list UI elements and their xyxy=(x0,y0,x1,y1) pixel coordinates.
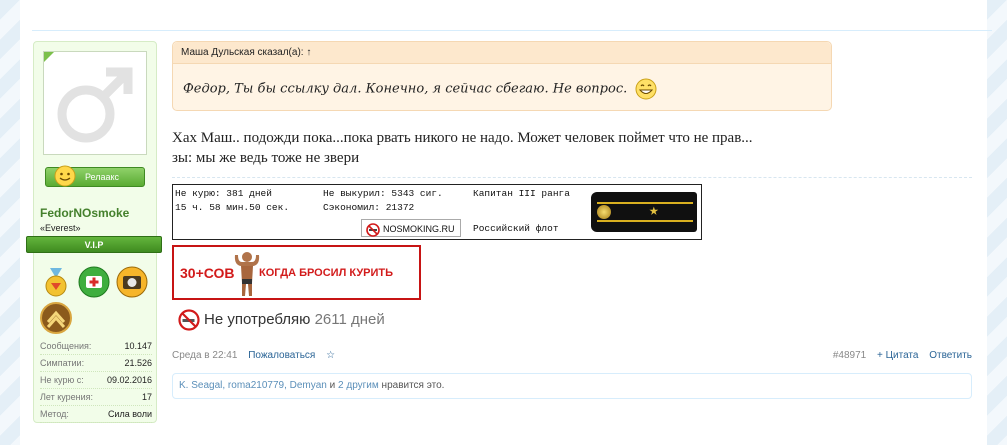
message-line: Хах Маш.. подожди пока...пока рвать нико… xyxy=(172,130,753,146)
nosmoking-logo-text: NOSMOKING.RU xyxy=(383,224,455,234)
money-saved: Сэкономил: 21372 xyxy=(323,202,415,213)
post-number[interactable]: #48971 xyxy=(833,350,866,361)
signature-divider xyxy=(172,177,972,178)
stat-smoking-years: Лет курения: 17 xyxy=(40,389,152,406)
stat-value[interactable]: 10.147 xyxy=(124,338,152,354)
first-aid-icon[interactable] xyxy=(78,266,110,298)
stat-quit-date: Не курю с: 09.02.2016 xyxy=(40,372,152,389)
background-pattern-left xyxy=(0,0,20,445)
male-symbol-icon xyxy=(57,67,133,143)
not-using-counter: Не употребляю 2611 дней xyxy=(178,309,385,331)
post-date[interactable]: Среда в 22:41 xyxy=(172,350,237,361)
user-stats: Сообщения: 10.147 Симпатии: 21.526 Не ку… xyxy=(40,338,152,423)
online-indicator xyxy=(44,52,54,62)
quote-block: Маша Дульская сказал(а): ↑ Федор, Ты бы … xyxy=(172,41,832,111)
stat-value: 21.526 xyxy=(124,358,152,368)
fleet-name: Российский флот xyxy=(473,223,559,234)
likes-users[interactable]: K. Seagal, roma210779, Demyan xyxy=(179,380,327,391)
smiley-icon xyxy=(54,165,76,187)
stat-value: Сила воли xyxy=(107,409,152,419)
stat-label: Метод: xyxy=(40,409,69,419)
message-body: Хах Маш.. подожди пока...пока рвать нико… xyxy=(172,128,753,168)
epaulette-stripe xyxy=(597,202,693,204)
rank-chevron-icon[interactable] xyxy=(40,302,72,334)
camera-icon[interactable] xyxy=(116,266,148,298)
sov-banner[interactable]: 30+СОВ КОГДА БРОСИЛ КУРИТЬ xyxy=(172,245,421,300)
time-not-smoking: 15 ч. 58 мин.50 сек. xyxy=(175,202,290,213)
epaulette-image: ★ xyxy=(591,192,697,232)
prohibited-icon xyxy=(178,309,200,331)
likes-others-link[interactable]: 2 другим xyxy=(338,380,379,391)
bookmark-star-icon[interactable]: ☆ xyxy=(326,350,335,361)
user-status-label: Релаакс xyxy=(84,172,120,182)
quote-button[interactable]: + Цитата xyxy=(877,350,918,361)
epaulette-stripe xyxy=(597,220,693,222)
username[interactable]: FedorNOsmoke xyxy=(40,206,129,220)
user-info-panel: Релаакс FedorNOsmoke «Everest» V.I.P Соо… xyxy=(26,41,162,423)
message-line: зы: мы же ведь тоже не звери xyxy=(172,150,360,166)
stat-likes: Симпатии: 21.526 xyxy=(40,355,152,372)
no-smoking-icon xyxy=(366,222,380,237)
likes-and: и xyxy=(326,380,339,391)
post-divider xyxy=(32,30,992,31)
naval-rank: Капитан III ранга xyxy=(473,188,570,199)
quote-author[interactable]: Маша Дульская сказал(а): ↑ xyxy=(173,42,831,64)
quote-text: Федор, Ты бы ссылку дал. Конечно, я сейч… xyxy=(183,81,628,97)
post-actions: #48971 + Цитата Ответить xyxy=(825,350,972,361)
quote-text-container: Федор, Ты бы ссылку дал. Конечно, я сейч… xyxy=(173,64,831,100)
stat-method: Метод: Сила воли xyxy=(40,406,152,423)
avatar[interactable] xyxy=(43,51,147,155)
likes-suffix: нравится это. xyxy=(378,380,445,391)
stat-label: Не курю с: xyxy=(40,375,84,385)
stat-label: Лет курения: xyxy=(40,392,94,402)
epaulette-button xyxy=(597,205,611,219)
stat-value: 17 xyxy=(141,392,152,402)
message-meta: Среда в 22:41 Пожаловаться ☆ #48971 + Ци… xyxy=(172,350,972,364)
star-icon: ★ xyxy=(649,202,659,220)
days-not-smoking: Не курю: 381 дней xyxy=(175,188,272,199)
forum-post: Релаакс FedorNOsmoke «Everest» V.I.P Соо… xyxy=(20,0,992,445)
cigarettes-not-smoked: Не выкурил: 5343 сиг. xyxy=(323,188,443,199)
likes-summary: K. Seagal, roma210779, Demyan и 2 другим… xyxy=(172,373,972,399)
stat-value: 09.02.2016 xyxy=(106,375,152,385)
bodybuilder-icon xyxy=(234,252,260,296)
reply-button[interactable]: Ответить xyxy=(929,350,972,361)
grin-smiley-icon xyxy=(635,78,657,100)
stat-label: Симпатии: xyxy=(40,358,85,368)
nosmoking-counter-banner[interactable]: Не курю: 381 дней 15 ч. 58 мин.50 сек. Н… xyxy=(172,184,702,240)
stat-label: Сообщения: xyxy=(40,341,92,351)
background-pattern-right xyxy=(987,0,1007,445)
report-link[interactable]: Пожаловаться xyxy=(248,350,315,361)
not-using-days: 2611 дней xyxy=(314,310,385,328)
medal-icon[interactable] xyxy=(40,266,72,298)
user-status-button[interactable]: Релаакс xyxy=(45,165,145,187)
sov-banner-right: КОГДА БРОСИЛ КУРИТЬ xyxy=(259,267,394,279)
not-using-label: Не употребляю xyxy=(204,310,311,328)
user-title: «Everest» xyxy=(40,223,81,233)
nosmoking-logo: NOSMOKING.RU xyxy=(361,219,461,237)
stat-messages: Сообщения: 10.147 xyxy=(40,338,152,355)
sov-banner-left: 30+СОВ xyxy=(180,265,235,281)
rank-ribbon: V.I.P xyxy=(26,236,162,253)
